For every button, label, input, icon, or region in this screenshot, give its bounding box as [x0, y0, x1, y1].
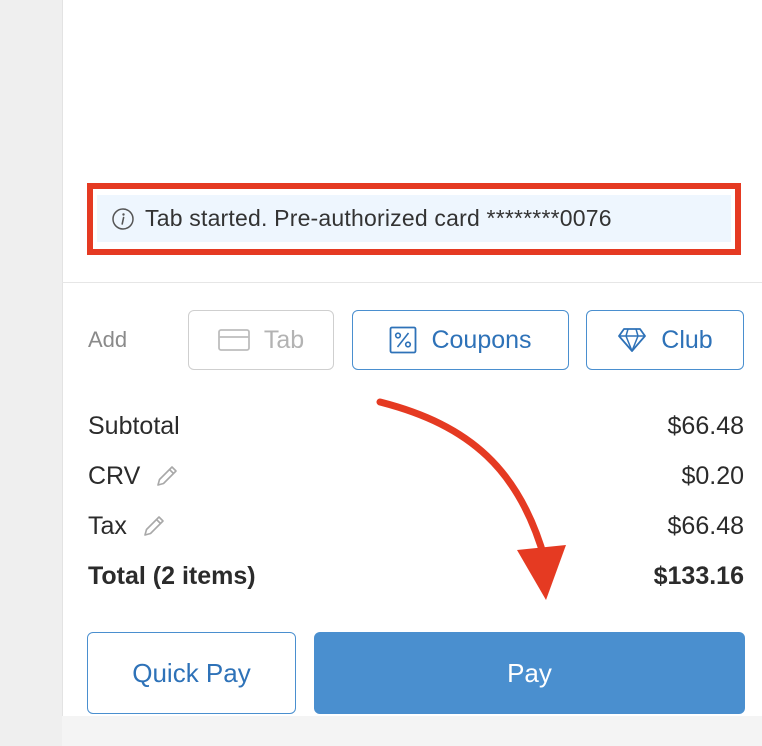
crv-label-text: CRV: [88, 461, 141, 490]
total-label: Total (2 items): [88, 561, 256, 590]
diamond-icon: [617, 327, 647, 353]
tax-label-text: Tax: [88, 511, 127, 540]
section-divider: [62, 282, 762, 283]
bottom-background: [62, 716, 762, 746]
panel-divider: [62, 0, 63, 746]
add-tab-button[interactable]: Tab: [188, 310, 334, 370]
tax-row: Tax $66.48: [88, 511, 744, 541]
add-label: Add: [88, 327, 128, 352]
card-icon: [217, 328, 250, 352]
notice-text: Tab started. Pre-authorized card *******…: [145, 205, 612, 231]
pencil-icon[interactable]: [154, 463, 180, 489]
percent-icon: [389, 326, 417, 354]
side-panel-background: [0, 0, 62, 746]
quick-pay-button[interactable]: Quick Pay: [87, 632, 296, 714]
add-coupons-label: Coupons: [431, 325, 532, 354]
crv-value: $0.20: [681, 461, 744, 490]
subtotal-label: Subtotal: [88, 411, 180, 440]
pay-button[interactable]: Pay: [314, 632, 745, 714]
crv-label: CRV: [88, 462, 180, 491]
add-club-label: Club: [661, 325, 713, 354]
crv-row: CRV $0.20: [88, 461, 744, 491]
total-value: $133.16: [653, 561, 744, 590]
add-coupons-button[interactable]: Coupons: [352, 310, 569, 370]
add-tab-label: Tab: [263, 325, 305, 354]
tab-started-notice: Tab started. Pre-authorized card *******…: [97, 195, 731, 242]
total-row: Total (2 items) $133.16: [88, 561, 744, 591]
tax-label: Tax: [88, 512, 167, 541]
pencil-icon[interactable]: [141, 513, 167, 539]
info-icon: [111, 207, 135, 231]
tax-value: $66.48: [667, 511, 744, 540]
subtotal-row: Subtotal $66.48: [88, 411, 744, 441]
subtotal-value: $66.48: [667, 411, 744, 440]
add-club-button[interactable]: Club: [586, 310, 744, 370]
